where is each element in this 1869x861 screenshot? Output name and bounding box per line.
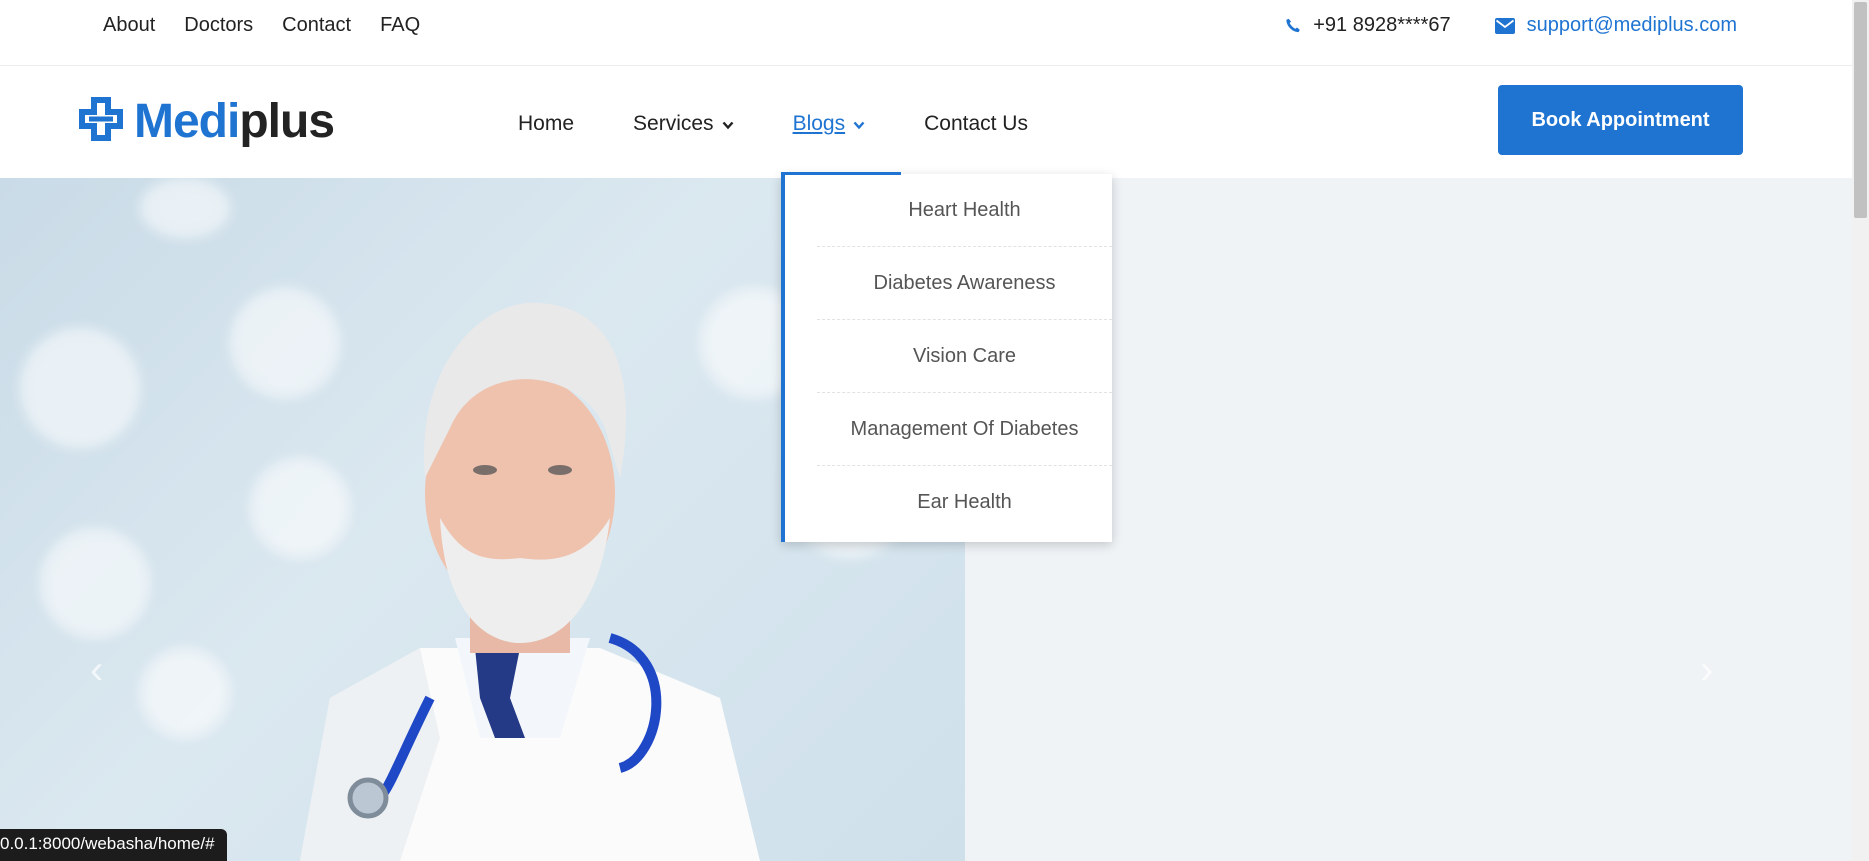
logo-plus: plus (239, 94, 335, 148)
chevron-down-icon (722, 112, 734, 136)
nav-blogs[interactable]: Blogs (793, 112, 866, 136)
email-contact[interactable]: support@mediplus.com (1494, 14, 1737, 37)
nav-contact-us[interactable]: Contact Us (924, 112, 1028, 136)
dropdown-item-ear-health[interactable]: Ear Health (817, 466, 1112, 539)
dropdown-item-diabetes-awareness[interactable]: Diabetes Awareness (817, 247, 1112, 320)
medical-cross-icon (78, 96, 124, 147)
nav-home[interactable]: Home (518, 112, 574, 136)
chevron-left-icon[interactable]: ‹ (90, 648, 103, 693)
nav-services-label: Services (633, 112, 714, 135)
phone-number: +91 8928****67 (1313, 14, 1451, 36)
top-links: About Doctors Contact FAQ (103, 14, 420, 37)
top-link-contact[interactable]: Contact (282, 14, 351, 37)
top-link-about[interactable]: About (103, 14, 155, 37)
phone-contact[interactable]: +91 8928****67 (1285, 14, 1451, 37)
email-address: support@mediplus.com (1526, 14, 1737, 36)
book-appointment-button[interactable]: Book Appointment (1498, 85, 1743, 155)
dropdown-item-heart-health[interactable]: Heart Health (817, 174, 1112, 247)
logo-medi: Medi (134, 94, 240, 148)
contact-info: +91 8928****67 support@mediplus.com (1285, 14, 1737, 37)
dropdown-item-vision-care[interactable]: Vision Care (817, 320, 1112, 393)
nav-home-label: Home (518, 112, 575, 135)
nav-contact-label: Contact Us (924, 112, 1028, 135)
envelope-icon (1494, 17, 1515, 34)
main-nav: Home Services Blogs Contact Us (518, 112, 1087, 136)
logo-text: Mediplus (134, 94, 335, 148)
blogs-dropdown-menu: Heart Health Diabetes Awareness Vision C… (781, 172, 1112, 542)
nav-services[interactable]: Services (633, 112, 734, 136)
logo[interactable]: Mediplus (78, 94, 335, 148)
main-header: Mediplus Home Services Blogs Contact Us … (0, 66, 1852, 178)
status-url-tooltip: 0.0.1:8000/webasha/home/# (0, 829, 227, 861)
top-link-doctors[interactable]: Doctors (184, 14, 253, 37)
page-scrollbar[interactable] (1852, 0, 1869, 861)
top-link-faq[interactable]: FAQ (380, 14, 420, 37)
chevron-right-icon[interactable]: › (1700, 648, 1713, 693)
nav-blogs-label: Blogs (792, 112, 846, 135)
phone-icon (1285, 17, 1301, 34)
top-bar: About Doctors Contact FAQ +91 8928****67… (0, 0, 1852, 66)
chevron-down-icon (853, 112, 865, 136)
scrollbar-thumb[interactable] (1854, 2, 1867, 218)
dropdown-item-management-of-diabetes[interactable]: Management Of Diabetes (817, 393, 1112, 466)
